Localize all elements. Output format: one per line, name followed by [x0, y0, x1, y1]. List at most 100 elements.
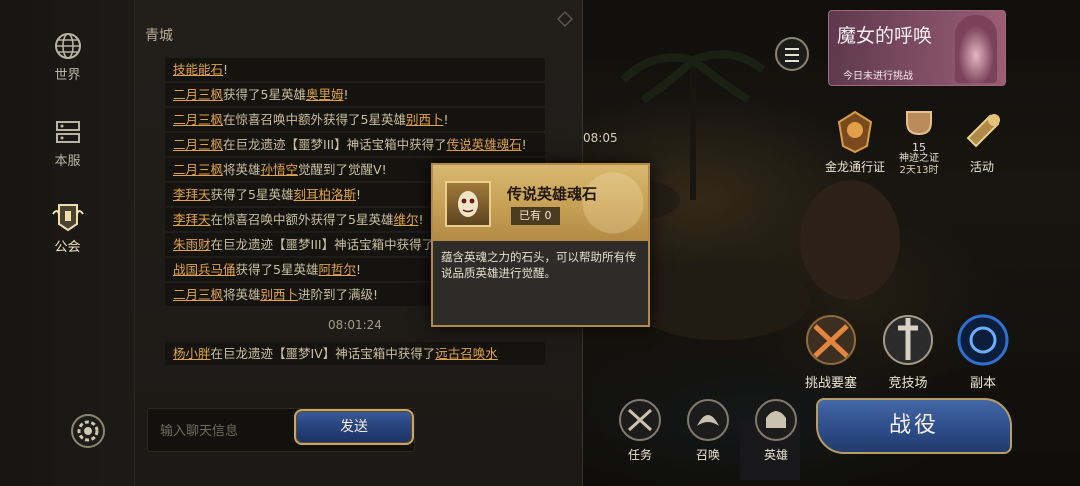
chat-text: 将英雄 [223, 162, 261, 177]
divine-proof-count: 15 [912, 141, 926, 154]
chat-text: ! [356, 262, 362, 277]
chat-link[interactable]: 别西卜 [261, 287, 299, 302]
divine-proof-label: 神迹之证 [899, 153, 939, 164]
nav-guild-label: 公会 [54, 240, 81, 255]
chat-link[interactable]: 阿哲尔 [318, 262, 356, 277]
divine-proof-button[interactable]: 15 神迹之证 2天13时 [890, 108, 948, 177]
chat-messages-after: 杨小胖在巨龙遗迹【噩梦IV】神话宝箱中获得了远古召唤水 [165, 342, 545, 365]
chat-link[interactable]: 维尔 [393, 212, 418, 227]
quest-button[interactable]: 任务 [612, 398, 668, 463]
chat-text: 获得了5星英雄 [235, 262, 319, 277]
witch-portrait-icon [955, 15, 997, 83]
nav-world[interactable]: 世界 [0, 32, 135, 94]
chat-text: 在惊喜召唤中额外获得了5星英雄 [223, 112, 406, 127]
divine-proof-timer: 2天13时 [899, 165, 939, 176]
chat-link[interactable]: 二月三枫 [173, 162, 223, 177]
chat-channel-nav: 世界 本服 公会 [0, 0, 135, 486]
chat-message: 技能能石! [165, 58, 545, 81]
chat-text: 在巨龙遗迹【噩梦III】神话宝箱中获得了 [210, 237, 435, 252]
chat-text: ! [356, 187, 362, 202]
chat-link[interactable]: 二月三枫 [173, 87, 223, 102]
golden-dragon-pass-button[interactable]: 金龙通行证 [820, 108, 890, 175]
chat-text: ! [418, 212, 424, 227]
chat-text: 在巨龙遗迹【噩梦III】神话宝箱中获得了 [223, 137, 447, 152]
campaign-button[interactable]: 战役 [816, 398, 1012, 454]
chat-text: 觉醒到了觉醒Ⅴ! [298, 162, 387, 177]
dungeon-label: 副本 [969, 376, 996, 391]
summon-bird-icon [687, 399, 729, 441]
globe-icon [54, 33, 81, 59]
chat-link[interactable]: 远古召唤水 [435, 346, 498, 361]
quest-swords-icon [619, 399, 661, 441]
chat-link[interactable]: 奥里姆 [306, 87, 344, 102]
challenge-fortress-button[interactable]: 挑战要塞 [796, 312, 866, 391]
hud-time: 08:05 [583, 131, 618, 145]
chat-text: 获得了5星英雄 [210, 187, 294, 202]
quest-label: 任务 [627, 448, 652, 462]
heroes-label: 英雄 [763, 448, 788, 462]
chat-link[interactable]: 技能能石 [173, 62, 223, 77]
heroes-button[interactable]: 英雄 [748, 398, 804, 463]
chat-message: 二月三枫在惊喜召唤中额外获得了5星英雄别西卜! [165, 108, 545, 131]
chat-link[interactable]: 朱雨财 [173, 237, 211, 252]
chat-text: 获得了5星英雄 [223, 87, 306, 102]
guild-emblem-icon [51, 204, 84, 232]
chat-link[interactable]: 刻耳柏洛斯 [293, 187, 356, 202]
soul-stone-icon [445, 181, 491, 227]
item-tooltip: 传说英雄魂石 已有 0 蕴含英魂之力的石头，可以帮助所有传说品质英雄进行觉醒。 [431, 163, 650, 327]
chat-text: 进阶到了满级! [298, 287, 379, 302]
chat-message: 二月三枫获得了5星英雄奥里姆! [165, 83, 545, 106]
dragon-icon [837, 110, 873, 154]
chat-link[interactable]: 战国兵马俑 [173, 262, 236, 277]
arena-label: 竞技场 [888, 376, 928, 391]
chat-text: 在巨龙遗迹【噩梦IV】神话宝箱中获得了 [210, 346, 436, 361]
nav-world-label: 世界 [54, 68, 81, 83]
settings-button[interactable] [69, 412, 107, 450]
item-owned-count: 已有 0 [511, 207, 560, 225]
chat-link[interactable]: 李拜天 [173, 187, 211, 202]
crossed-swords-icon [806, 315, 856, 365]
menu-line-icon [785, 54, 799, 56]
chat-channel-title: 青城 [145, 28, 173, 44]
chat-text: 在惊喜召唤中额外获得了5星英雄 [210, 212, 394, 227]
send-button[interactable]: 发送 [294, 409, 414, 445]
server-icon [55, 121, 80, 143]
menu-line-icon [785, 48, 799, 50]
chat-link[interactable]: 杨小胖 [173, 346, 211, 361]
menu-button[interactable] [775, 37, 809, 71]
chat-link[interactable]: 二月三枫 [173, 287, 223, 302]
summon-button[interactable]: 召唤 [680, 398, 736, 463]
nav-server[interactable]: 本服 [0, 118, 135, 180]
chat-link[interactable]: 孙悟空 [261, 162, 299, 177]
chat-message: 杨小胖在巨龙遗迹【噩梦IV】神话宝箱中获得了远古召唤水 [165, 342, 545, 365]
trophy-icon [906, 111, 932, 136]
helmet-icon [755, 399, 797, 441]
chat-link[interactable]: 二月三枫 [173, 112, 223, 127]
menu-line-icon [785, 60, 799, 62]
chat-link[interactable]: 二月三枫 [173, 137, 223, 152]
challenge-fortress-label: 挑战要塞 [804, 376, 857, 391]
dungeon-button[interactable]: 副本 [952, 312, 1014, 391]
item-name: 传说英雄魂石 [507, 185, 598, 203]
chat-text: ! [443, 112, 449, 127]
chat-message: 二月三枫在巨龙遗迹【噩梦III】神话宝箱中获得了传说英雄魂石! [165, 133, 545, 156]
mask-icon [458, 191, 478, 217]
chat-text: ! [521, 137, 527, 152]
chat-link[interactable]: 别西卜 [406, 112, 444, 127]
chat-text: 将英雄 [223, 287, 261, 302]
banner-subtitle: 今日未进行挑战 [843, 71, 913, 82]
activity-label: 活动 [969, 160, 994, 174]
arena-button[interactable]: 竞技场 [876, 312, 940, 391]
nav-guild[interactable]: 公会 [0, 202, 135, 264]
item-description: 蕴含英魂之力的石头，可以帮助所有传说品质英雄进行觉醒。 [441, 250, 637, 280]
banner-title: 魔女的呼唤 [837, 25, 933, 47]
chat-link[interactable]: 传说英雄魂石 [447, 137, 522, 152]
horn-icon [966, 114, 1000, 148]
golden-dragon-pass-label: 金龙通行证 [824, 160, 885, 174]
event-banner-witch[interactable]: 魔女的呼唤 今日未进行挑战 [828, 10, 1006, 86]
activity-button[interactable]: 活动 [954, 108, 1010, 175]
portal-icon [957, 314, 1009, 366]
chat-link[interactable]: 李拜天 [173, 212, 211, 227]
chat-text: ! [223, 62, 229, 77]
chat-text: ! [343, 87, 349, 102]
